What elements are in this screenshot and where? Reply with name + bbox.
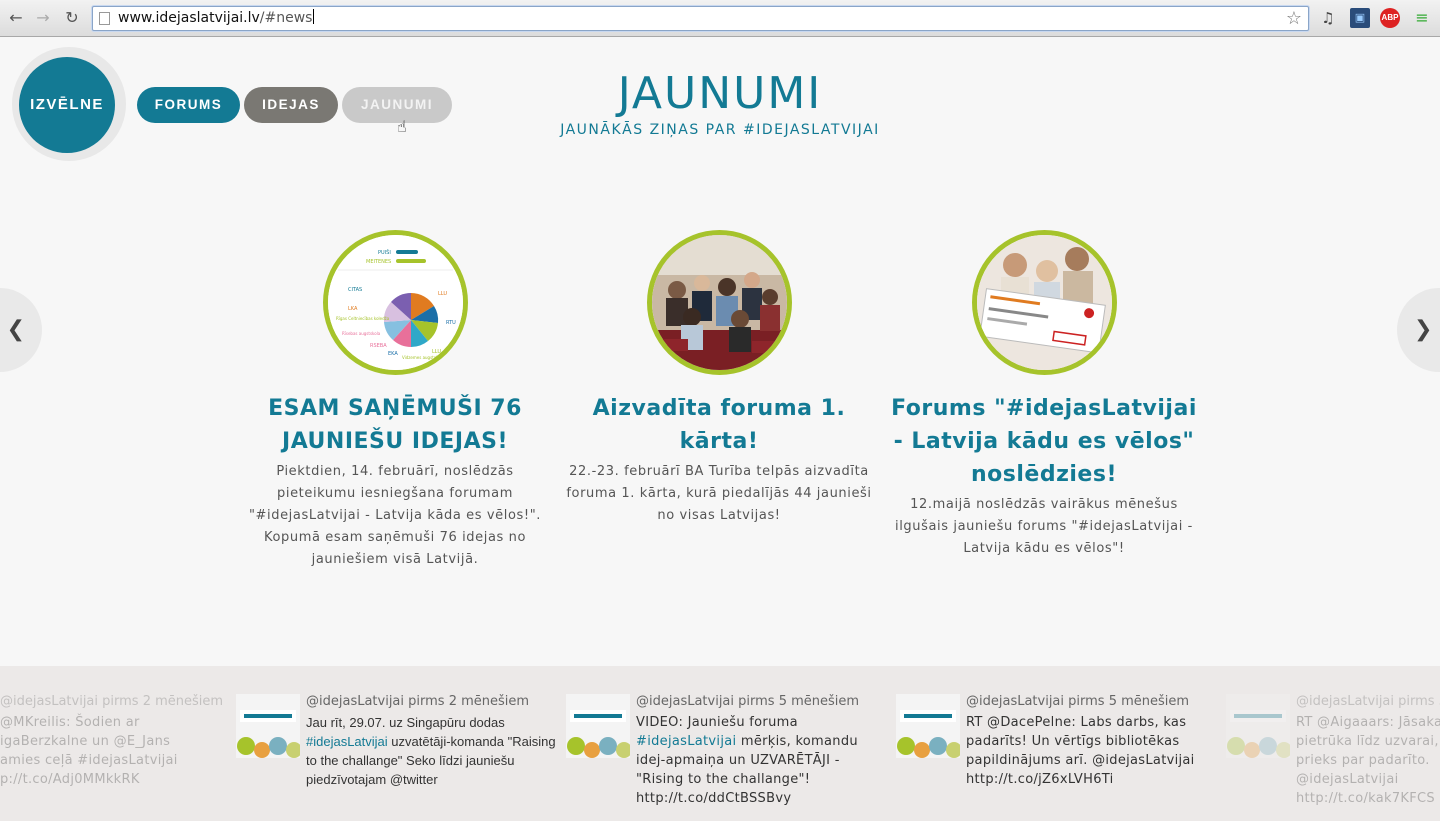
chart-label-rsa: Rīsebas augstskola bbox=[342, 331, 381, 336]
tweet-body: @idejasLatvijai pirms 5 mēnešiem VIDEO: … bbox=[636, 694, 886, 808]
chevron-left-icon: ❮ bbox=[6, 317, 25, 342]
tweet-text-part: Jau rīt, 29.07. uz Singapūru dodas bbox=[306, 715, 505, 730]
tweet-text: VIDEO: Jauniešu foruma #idejasLatvijai m… bbox=[636, 713, 886, 808]
adblock-icon[interactable]: ABP bbox=[1380, 8, 1400, 28]
news-title[interactable]: ESAM SAŅĒMUŠI 76 JAUNIEŠU IDEJAS! bbox=[240, 392, 550, 458]
tweet-avatar bbox=[1226, 694, 1290, 758]
tweet-body: @idejasLatvijai pirms 2 mēnešiem @MKreil… bbox=[0, 694, 250, 789]
hashtag-link[interactable]: #idejasLatvijai bbox=[306, 734, 388, 749]
hashtag-link[interactable]: #idejasLatvijai bbox=[636, 734, 736, 749]
twitter-feed: @idejasLatvijai pirms 2 mēnešiem @MKreil… bbox=[0, 666, 1440, 821]
tweet-meta: @idejasLatvijai pirms 5 mēnešiem bbox=[966, 694, 1190, 709]
chart-legend-girls: MEITENES bbox=[366, 259, 391, 265]
tweet-line: @MKreilis: Šodien ar bbox=[0, 715, 140, 730]
tweet-body: @idejasLatvijai pirms 5 mēnešiem RT @Dac… bbox=[966, 694, 1216, 789]
url-path: /#news bbox=[259, 10, 313, 26]
nav-forums-button[interactable]: FORUMS bbox=[137, 87, 240, 123]
tweet-line: amies ceļā #idejasLatvijai bbox=[0, 753, 178, 768]
tweet-meta: @idejasLatvijai pirms 5 mēnešiem bbox=[1296, 694, 1440, 709]
chart-label-llu-2: LLU bbox=[432, 349, 441, 355]
chrome-menu-icon[interactable]: ≡ bbox=[1412, 8, 1432, 28]
tweet-text: RT @DacePelne: Labs darbs, kas padarīts!… bbox=[966, 715, 1195, 787]
chart-label-citas: CITAS bbox=[348, 287, 362, 293]
tweet-body: @idejasLatvijai pirms 5 mēnešiem RT @Aig… bbox=[1296, 694, 1440, 808]
news-thumbnail-photo[interactable] bbox=[646, 230, 792, 375]
winners-ticket-photo bbox=[976, 235, 1112, 370]
extension-icon[interactable]: ▣ bbox=[1350, 8, 1370, 28]
tweet-meta: @idejasLatvijai pirms 2 mēnešiem bbox=[306, 694, 530, 709]
carousel-next-button[interactable]: ❯ bbox=[1397, 288, 1440, 372]
menu-button[interactable]: IZVĒLNE bbox=[19, 57, 115, 153]
chart-label-rck: Rīgas Celtniecības koledža bbox=[336, 316, 390, 321]
tweet-text-part: VIDEO: Jauniešu foruma bbox=[636, 715, 798, 730]
url-text[interactable]: www.idejaslatvijai.lv/#news bbox=[118, 9, 315, 28]
url-host: www.idejaslatvijai.lv bbox=[118, 10, 260, 26]
tweet-body: @idejasLatvijai pirms 2 mēnešiem Jau rīt… bbox=[306, 694, 556, 789]
tweet-text: @MKreilis: Šodien ar igaBerzkalne un @E_… bbox=[0, 713, 250, 789]
reload-icon[interactable]: ↻ bbox=[62, 8, 82, 28]
browser-toolbar: ← → ↻ www.idejaslatvijai.lv/#news ☆ ♫ ▣ … bbox=[0, 0, 1440, 37]
page-subtitle: JAUNĀKĀS ZIŅAS PAR #IDEJASLATVIJAI bbox=[560, 122, 880, 138]
chevron-right-icon: ❯ bbox=[1414, 317, 1433, 342]
news-item[interactable]: PUIŠI MEITENES CITAS LKA LLU RTU RSEBA E… bbox=[240, 230, 550, 571]
tweet-text: Jau rīt, 29.07. uz Singapūru dodas #idej… bbox=[306, 713, 556, 789]
page-icon bbox=[99, 12, 110, 25]
page-title: JAUNUMI bbox=[617, 68, 823, 119]
tweet-text: RT @Aigaaars: Jāsaka pietrūka līdz uzvar… bbox=[1296, 715, 1440, 806]
news-text: 22.-23. februārī BA Turība telpās aizvad… bbox=[566, 464, 872, 523]
forward-icon[interactable]: → bbox=[33, 8, 53, 28]
news-thumbnail-chart[interactable]: PUIŠI MEITENES CITAS LKA LLU RTU RSEBA E… bbox=[322, 230, 468, 375]
bookmark-star-icon[interactable]: ☆ bbox=[1286, 8, 1302, 29]
forum-audience-photo bbox=[651, 235, 787, 370]
news-item[interactable]: Aizvadīta foruma 1. kārta! 22.-23. febru… bbox=[564, 230, 874, 527]
chart-label-eka: EKA bbox=[388, 351, 398, 357]
news-title[interactable]: Forums "#idejasLatvijai - Latvija kādu e… bbox=[889, 392, 1199, 491]
tweet-meta: @idejasLatvijai pirms 5 mēnešiem bbox=[636, 694, 860, 709]
tweet-meta: @idejasLatvijai pirms 2 mēnešiem bbox=[0, 694, 224, 709]
chart-legend-boys: PUIŠI bbox=[378, 249, 391, 256]
back-icon[interactable]: ← bbox=[6, 8, 26, 28]
text-caret bbox=[313, 9, 315, 24]
tweet-avatar bbox=[566, 694, 630, 758]
chart-label-lka: LKA bbox=[348, 306, 358, 312]
music-extension-icon[interactable]: ♫ bbox=[1318, 8, 1338, 28]
nav-idejas-button[interactable]: IDEJAS bbox=[244, 87, 338, 123]
news-item[interactable]: Forums "#idejasLatvijai - Latvija kādu e… bbox=[889, 230, 1199, 560]
tweet-line: igaBerzkalne un @E_Jans bbox=[0, 734, 171, 749]
carousel-prev-button[interactable]: ❮ bbox=[0, 288, 42, 372]
pie-chart-image: PUIŠI MEITENES CITAS LKA LLU RTU RSEBA E… bbox=[327, 235, 463, 370]
news-text: 12.maijā noslēdzās vairākus mēnešus ilgu… bbox=[895, 497, 1193, 556]
news-title[interactable]: Aizvadīta foruma 1. kārta! bbox=[564, 392, 874, 458]
chart-label-rtu: RTU bbox=[446, 320, 456, 326]
news-thumbnail-photo[interactable] bbox=[971, 230, 1117, 375]
tweet-avatar bbox=[896, 694, 960, 758]
hand-cursor-icon: ☝ bbox=[397, 117, 407, 136]
idejaslatvijai-logo-image bbox=[896, 694, 960, 758]
tweet-avatar bbox=[236, 694, 300, 758]
idejaslatvijai-logo-image bbox=[1226, 694, 1290, 758]
address-bar[interactable]: www.idejaslatvijai.lv/#news ☆ bbox=[92, 6, 1309, 31]
idejaslatvijai-logo-image bbox=[566, 694, 630, 758]
chart-label-va: Vidzemes augstskola bbox=[402, 355, 445, 360]
news-text: Piektdien, 14. februārī, noslēdzās piete… bbox=[248, 464, 542, 567]
tweet-line: p://t.co/Adj0MMkkRK bbox=[0, 772, 140, 787]
idejaslatvijai-logo-image bbox=[236, 694, 300, 758]
chart-label-llu: LLU bbox=[438, 291, 447, 297]
chart-label-rseba: RSEBA bbox=[370, 343, 387, 349]
